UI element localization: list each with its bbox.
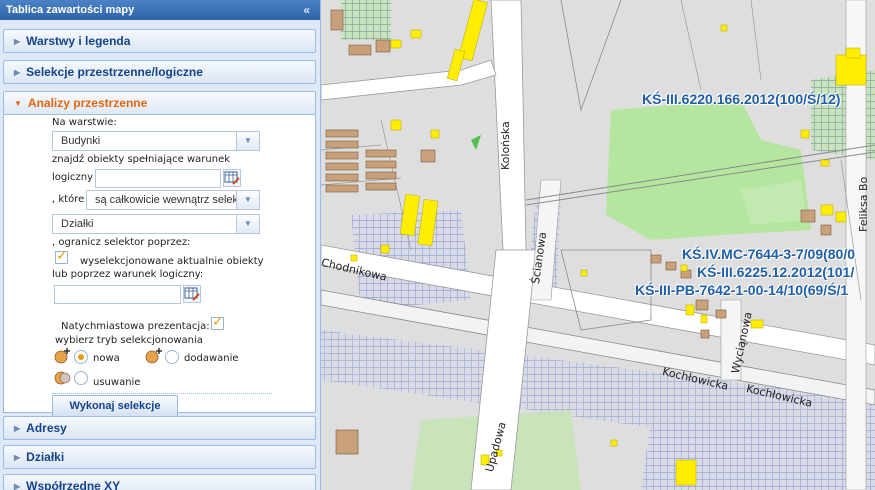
- map-canvas[interactable]: [321, 0, 875, 490]
- add-selection-icon: [145, 348, 162, 364]
- which-label: , które: [52, 194, 85, 205]
- section-label: Selekcje przestrzenne/logiczne: [26, 65, 203, 79]
- street-label-kolonska: Kolońska: [499, 121, 512, 170]
- hatched-green-zone: [341, 0, 391, 40]
- section-addresses[interactable]: ▶ Adresy: [3, 416, 316, 440]
- find-label: znajdź obiekty spełniające warunek: [52, 154, 231, 165]
- mode-new-label: nowa: [93, 353, 120, 364]
- dropdown-arrow-icon[interactable]: ▼: [236, 191, 259, 209]
- section-label: Warstwy i legenda: [26, 34, 131, 48]
- table-edit-icon: [184, 287, 200, 301]
- chevron-right-icon: ▶: [14, 453, 21, 462]
- table-edit-icon: [224, 171, 240, 185]
- section-analysis[interactable]: ▼ Analizy przestrzenne: [3, 91, 316, 115]
- panel-title: Tablica zawartości mapy: [6, 4, 135, 16]
- target-layer-select-value: Działki: [61, 218, 94, 230]
- section-layers[interactable]: ▶ Warstwy i legenda: [3, 29, 316, 53]
- limit-condition-builder-button[interactable]: [183, 285, 201, 303]
- mode-remove-radio[interactable]: [74, 371, 88, 385]
- map-view[interactable]: Kolońska Ścianowa Chodnikowa Upadowa Koc…: [321, 0, 875, 490]
- limit-label: , ogranicz selektor poprzez:: [52, 237, 191, 248]
- chevron-right-icon: ▶: [14, 424, 21, 433]
- panel-header: Tablica zawartości mapy «: [0, 0, 320, 20]
- mode-remove-label: usuwanie: [93, 377, 141, 388]
- new-selection-icon: [54, 348, 70, 364]
- logical-condition-input[interactable]: [95, 169, 221, 188]
- parcel-label: KŚ-III.6225.12.2012(101/: [697, 264, 855, 280]
- remove-selection-icon: [54, 371, 71, 385]
- mode-new-radio[interactable]: [74, 350, 88, 364]
- chevron-right-icon: ▶: [14, 482, 21, 490]
- parcel-label: KŚ-III.6220.166.2012(100/Ś/12): [642, 91, 841, 107]
- map-contents-panel: Tablica zawartości mapy « ▶ Warstwy i leg…: [0, 0, 321, 490]
- analysis-form: Na warstwie: Budynki ▼ znajdź obiekty sp…: [3, 115, 316, 417]
- target-layer-select[interactable]: Działki ▼: [52, 214, 260, 234]
- section-parcels[interactable]: ▶ Działki: [3, 445, 316, 469]
- logical-label: logiczny: [52, 172, 94, 183]
- section-label: Działki: [26, 450, 65, 464]
- chevron-right-icon: ▶: [14, 68, 21, 77]
- or-condition-label: lub poprzez warunek logiczny:: [52, 269, 204, 280]
- section-label: Analizy przestrzenne: [27, 96, 148, 110]
- layer-select[interactable]: Budynki ▼: [52, 131, 260, 151]
- on-layer-label: Na warstwie:: [52, 117, 117, 128]
- double-chevron-up-icon[interactable]: «: [303, 0, 310, 20]
- limit-condition-input[interactable]: [54, 285, 181, 304]
- relation-select[interactable]: są całkowicie wewnątrz selek ▼: [86, 190, 260, 210]
- section-label: Współrzędne XY: [26, 479, 121, 490]
- chevron-down-icon: ▼: [14, 99, 22, 108]
- layer-select-value: Budynki: [61, 135, 101, 147]
- execute-selection-button[interactable]: Wykonaj selekcje: [52, 395, 178, 417]
- mode-add-label: dodawanie: [184, 353, 239, 364]
- chevron-right-icon: ▶: [14, 37, 21, 46]
- parcel-label: KŚ-III-PB-7642-1-00-14/10(69/Ś/1: [635, 282, 849, 298]
- parcel-label: KŚ.IV.MC-7644-3-7/09(80/0: [682, 246, 856, 262]
- mode-label: wybierz tryb selekcjonowania: [55, 335, 203, 346]
- divider: [52, 393, 272, 394]
- street-label-feliksa: Feliksa Bo: [857, 176, 870, 232]
- section-label: Adresy: [26, 421, 67, 435]
- section-coordinates[interactable]: ▶ Współrzędne XY: [3, 474, 316, 490]
- dropdown-arrow-icon[interactable]: ▼: [236, 132, 259, 150]
- dropdown-arrow-icon[interactable]: ▼: [236, 215, 259, 233]
- condition-builder-button[interactable]: [223, 169, 241, 187]
- relation-select-value: są całkowicie wewnątrz selek: [95, 194, 239, 206]
- selected-objects-label: wyselekcjonowane aktualnie obiekty: [80, 256, 264, 267]
- instant-presentation-checkbox[interactable]: [211, 314, 224, 330]
- selected-objects-checkbox[interactable]: [55, 248, 68, 264]
- section-selections[interactable]: ▶ Selekcje przestrzenne/logiczne: [3, 60, 316, 84]
- instant-presentation-label: Natychmiastowa prezentacja:: [61, 321, 210, 332]
- mode-add-radio[interactable]: [165, 350, 179, 364]
